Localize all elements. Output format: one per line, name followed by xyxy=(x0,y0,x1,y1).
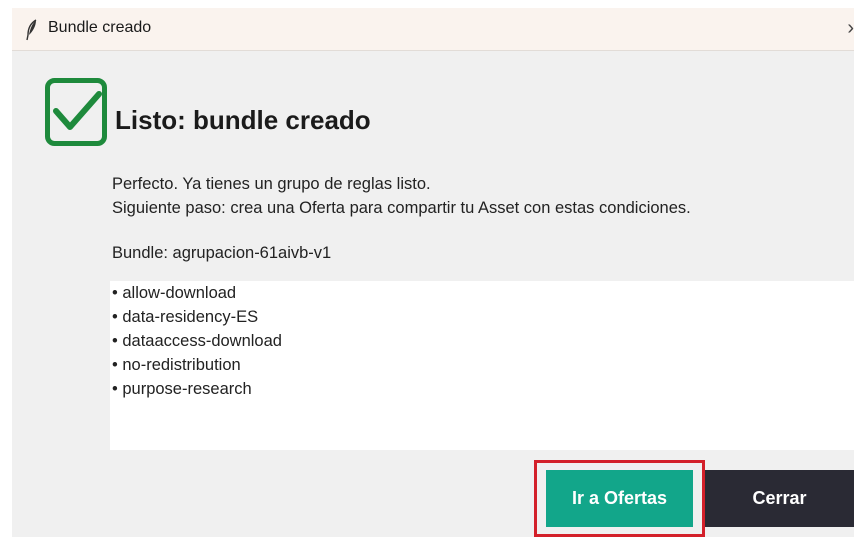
dialog-heading: Listo: bundle creado xyxy=(115,105,371,135)
list-item: • allow-download xyxy=(112,284,237,302)
window-title: Bundle creado xyxy=(48,19,152,36)
chevron-right-icon[interactable]: › xyxy=(847,17,854,40)
go-to-offers-button[interactable]: Ir a Ofertas xyxy=(546,470,693,527)
message-line-1: Perfecto. Ya tienes un grupo de reglas l… xyxy=(112,175,431,193)
rules-list[interactable]: • allow-download • data-residency-ES • d… xyxy=(110,281,854,450)
list-item: • dataaccess-download xyxy=(112,332,282,350)
dialog-window: Bundle creado › Listo: bundle creado Per… xyxy=(12,8,854,537)
list-item: • no-redistribution xyxy=(112,356,241,374)
bundle-name: Bundle: agrupacion-61aivb-v1 xyxy=(112,244,332,262)
message-line-2: Siguiente paso: crea una Oferta para com… xyxy=(112,199,691,217)
list-item: • purpose-research xyxy=(112,380,252,398)
list-item: • data-residency-ES xyxy=(112,308,259,326)
feather-icon xyxy=(26,19,37,41)
checkmark-icon xyxy=(45,78,107,146)
close-button[interactable]: Cerrar xyxy=(705,470,854,527)
title-bar: Bundle creado › xyxy=(12,8,854,51)
